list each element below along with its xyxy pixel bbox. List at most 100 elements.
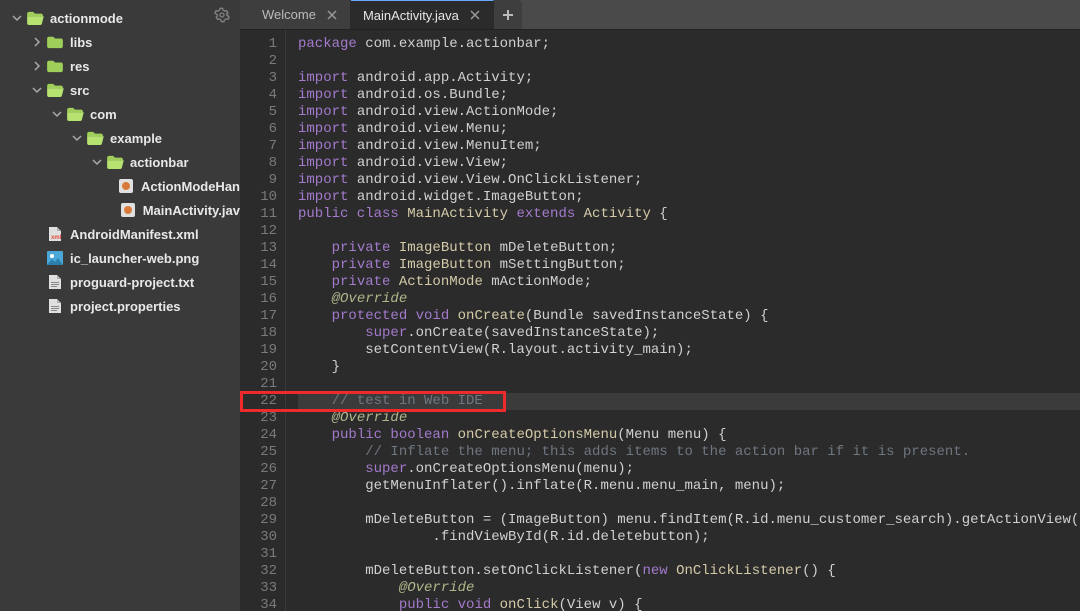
tree-item-libs[interactable]: libs <box>0 30 240 54</box>
tree-item-project-properties[interactable]: project.properties <box>0 294 240 318</box>
tree-item-actionbar[interactable]: actionbar <box>0 150 240 174</box>
tree-item-com[interactable]: com <box>0 102 240 126</box>
line-number: 11 <box>240 206 277 223</box>
line-number: 20 <box>240 359 277 376</box>
chevron-down-icon <box>12 13 22 23</box>
code-line: public boolean onCreateOptionsMenu(Menu … <box>298 427 1080 444</box>
line-number: 17 <box>240 308 277 325</box>
tab-add-button[interactable] <box>494 0 522 29</box>
code-line: mDeleteButton = (ImageButton) menu.findI… <box>298 512 1080 529</box>
line-number: 10 <box>240 189 277 206</box>
file-java-icon <box>117 177 135 195</box>
code-line <box>298 376 1080 393</box>
line-number: 22 <box>240 393 277 410</box>
folder-open-icon <box>86 129 104 147</box>
code-line: // test in Web IDE <box>298 393 1080 410</box>
line-number: 5 <box>240 104 277 121</box>
tree-item-label: libs <box>70 35 92 50</box>
line-number: 4 <box>240 87 277 104</box>
folder-open-icon <box>46 81 64 99</box>
tree-item-actionmode[interactable]: actionmode <box>0 6 240 30</box>
tree-item-label: ActionModeHan <box>141 179 240 194</box>
code-line: import android.view.View.OnClickListener… <box>298 172 1080 189</box>
tree-item-label: project.properties <box>70 299 181 314</box>
tree-item-label: com <box>90 107 117 122</box>
code-line: import android.view.MenuItem; <box>298 138 1080 155</box>
chevron-down-icon <box>32 85 42 95</box>
tab-welcome[interactable]: Welcome <box>250 0 351 29</box>
folder-open-icon <box>66 105 84 123</box>
line-number: 33 <box>240 580 277 597</box>
file-xml-icon: xml <box>46 225 64 243</box>
tab-label: Welcome <box>262 7 316 22</box>
editor-pane: WelcomeMainActivity.java 123456789101112… <box>240 0 1080 611</box>
line-number: 8 <box>240 155 277 172</box>
arrow-none <box>32 277 42 287</box>
folder-open-icon <box>106 153 124 171</box>
file-txt-icon <box>46 297 64 315</box>
code-line: public void onClick(View v) { <box>298 597 1080 611</box>
tree-item-mainactivity-jav[interactable]: MainActivity.jav <box>0 198 240 222</box>
tree-item-androidmanifest-xml[interactable]: xmlAndroidManifest.xml <box>0 222 240 246</box>
code-line: super.onCreateOptionsMenu(menu); <box>298 461 1080 478</box>
code-line: private ImageButton mSettingButton; <box>298 257 1080 274</box>
tree-item-res[interactable]: res <box>0 54 240 78</box>
tree-item-label: MainActivity.jav <box>143 203 240 218</box>
project-sidebar: actionmode libs res srccom exampleactionbar A… <box>0 0 240 611</box>
file-java-icon <box>119 201 137 219</box>
code-line: } <box>298 359 1080 376</box>
tab-close-icon[interactable] <box>326 9 338 21</box>
code-line: public class MainActivity extends Activi… <box>298 206 1080 223</box>
chevron-right-icon <box>32 37 42 47</box>
line-number: 6 <box>240 121 277 138</box>
tab-close-icon[interactable] <box>469 9 481 21</box>
chevron-down-icon <box>72 133 82 143</box>
file-txt-icon <box>46 273 64 291</box>
file-img-icon <box>46 249 64 267</box>
folder-icon <box>46 33 64 51</box>
arrow-none <box>32 229 42 239</box>
folder-icon <box>46 57 64 75</box>
tree-item-label: ic_launcher-web.png <box>70 251 199 266</box>
chevron-down-icon <box>52 109 62 119</box>
code-line: .findViewById(R.id.deletebutton); <box>298 529 1080 546</box>
code-line <box>298 546 1080 563</box>
code-area[interactable]: 1234567891011121314151617181920212223242… <box>240 30 1080 611</box>
tree-item-actionmodehan[interactable]: ActionModeHan <box>0 174 240 198</box>
code-line: // Inflate the menu; this adds items to … <box>298 444 1080 461</box>
line-number: 1 <box>240 36 277 53</box>
line-number: 9 <box>240 172 277 189</box>
code-line: import android.view.Menu; <box>298 121 1080 138</box>
code-line: import android.widget.ImageButton; <box>298 189 1080 206</box>
tree-item-label: proguard-project.txt <box>70 275 194 290</box>
line-number: 31 <box>240 546 277 563</box>
tab-bar: Welcome MainActivity.java <box>240 0 1080 30</box>
line-number: 12 <box>240 223 277 240</box>
tree-item-ic-launcher-web-png[interactable]: ic_launcher-web.png <box>0 246 240 270</box>
line-number: 32 <box>240 563 277 580</box>
tree-item-label: actionmode <box>50 11 123 26</box>
tree-item-label: src <box>70 83 90 98</box>
tree-item-proguard-project-txt[interactable]: proguard-project.txt <box>0 270 240 294</box>
line-number: 28 <box>240 495 277 512</box>
code-line: super.onCreate(savedInstanceState); <box>298 325 1080 342</box>
code-line: protected void onCreate(Bundle savedInst… <box>298 308 1080 325</box>
code-line <box>298 53 1080 70</box>
gear-icon[interactable] <box>214 7 230 23</box>
line-number: 19 <box>240 342 277 359</box>
line-number: 26 <box>240 461 277 478</box>
code-line: mDeleteButton.setOnClickListener(new OnC… <box>298 563 1080 580</box>
code-content[interactable]: package com.example.actionbar;import and… <box>286 30 1080 611</box>
tree-item-example[interactable]: example <box>0 126 240 150</box>
tree-item-src[interactable]: src <box>0 78 240 102</box>
folder-open-icon <box>26 9 44 27</box>
line-number: 14 <box>240 257 277 274</box>
tab-mainactivity-java[interactable]: MainActivity.java <box>351 0 494 29</box>
line-number: 2 <box>240 53 277 70</box>
code-line: @Override <box>298 410 1080 427</box>
code-line <box>298 495 1080 512</box>
line-number: 23 <box>240 410 277 427</box>
line-number: 29 <box>240 512 277 529</box>
code-line: private ActionMode mActionMode; <box>298 274 1080 291</box>
code-line: import android.os.Bundle; <box>298 87 1080 104</box>
